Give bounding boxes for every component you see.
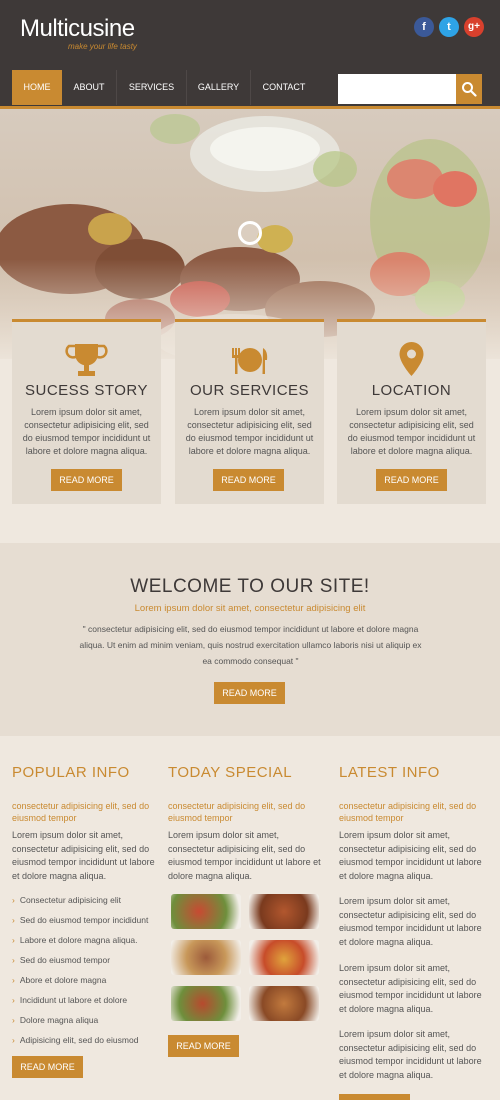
site-header: Multicusine make your life tasty f t g+ [0, 0, 500, 64]
latest-info-paragraph: Lorem ipsum dolor sit amet, consectetur … [339, 963, 482, 1014]
food-thumbnail[interactable] [171, 894, 241, 929]
list-item[interactable]: Dolore magna aliqua [12, 1013, 162, 1033]
search-input[interactable] [338, 74, 456, 104]
twitter-icon[interactable]: t [439, 17, 459, 37]
food-thumbnail[interactable] [171, 986, 241, 1021]
search-icon [462, 82, 477, 97]
read-more-button[interactable]: READ MORE [12, 1056, 83, 1078]
feature-title: LOCATION [371, 382, 452, 399]
nav-home[interactable]: HOME [12, 70, 62, 105]
today-special-title: TODAY SPECIAL [168, 764, 293, 781]
slider-pager-icon[interactable] [238, 221, 262, 245]
list-item[interactable]: Sed do eiusmod tempor [12, 953, 162, 973]
list-item[interactable]: Adipisicing elit, sed do eiusmod [12, 1033, 162, 1053]
food-thumbnail[interactable] [249, 894, 319, 929]
popular-info-title: POPULAR INFO [12, 764, 130, 781]
list-item[interactable]: Consectetur adipisicing elit [12, 893, 162, 913]
feature-success-story: SUCESS STORY Lorem ipsum dolor sit amet,… [12, 319, 161, 504]
food-thumbnail[interactable] [249, 986, 319, 1021]
welcome-subtitle: Lorem ipsum dolor sit amet, consectetur … [134, 603, 366, 614]
latest-info-paragraph: Lorem ipsum dolor sit amet, consectetur … [339, 830, 482, 881]
today-special-subtitle: consectetur adipisicing elit, sed do eiu… [168, 801, 306, 823]
latest-info-paragraph: Lorem ipsum dolor sit amet, consectetur … [339, 1029, 482, 1080]
read-more-button[interactable]: READ MORE [51, 469, 122, 491]
nav-about[interactable]: ABOUT [62, 70, 117, 105]
popular-info-list: Consectetur adipisicing elit Sed do eius… [12, 893, 162, 1053]
main-nav: HOME ABOUT SERVICES GALLERY CONTACT [0, 64, 500, 109]
welcome-title: WELCOME TO OUR SITE! [130, 576, 370, 597]
read-more-button[interactable]: READ MORE [213, 469, 284, 491]
latest-info-title: LATEST INFO [339, 764, 440, 781]
popular-info-subtitle: consectetur adipisicing elit, sed do eiu… [12, 801, 150, 823]
feature-title: SUCESS STORY [25, 382, 148, 399]
today-special-text: Lorem ipsum dolor sit amet, consectetur … [168, 830, 321, 881]
site-logo[interactable]: Multicusine [20, 15, 135, 43]
list-item[interactable]: Incididunt ut labore et dolore [12, 993, 162, 1013]
facebook-icon[interactable]: f [414, 17, 434, 37]
read-more-button[interactable]: READ MORE [214, 682, 285, 704]
feature-text: Lorem ipsum dolor sit amet, consectetur … [185, 407, 314, 456]
site-tagline: make your life tasty [68, 42, 137, 51]
nav-contact[interactable]: CONTACT [251, 70, 317, 105]
search-button[interactable] [456, 74, 482, 104]
list-item[interactable]: Sed do eiusmod tempor incididunt [12, 913, 162, 933]
feature-our-services: OUR SERVICES Lorem ipsum dolor sit amet,… [175, 319, 324, 504]
read-more-button[interactable] [339, 1094, 410, 1100]
popular-info-text: Lorem ipsum dolor sit amet, consectetur … [12, 830, 155, 881]
food-thumbnail[interactable] [171, 940, 241, 975]
feature-text: Lorem ipsum dolor sit amet, consectetur … [347, 407, 476, 456]
food-thumbnail[interactable] [249, 940, 319, 975]
nav-services[interactable]: SERVICES [117, 70, 187, 105]
feature-text: Lorem ipsum dolor sit amet, consectetur … [22, 407, 151, 456]
map-pin-icon [337, 340, 486, 382]
nav-gallery[interactable]: GALLERY [187, 70, 251, 105]
welcome-text: " consectetur adipisicing elit, sed do e… [79, 624, 422, 666]
list-item[interactable]: Abore et dolore magna [12, 973, 162, 993]
plate-cutlery-icon [175, 340, 324, 382]
welcome-section: WELCOME TO OUR SITE! Lorem ipsum dolor s… [0, 543, 500, 736]
feature-location: LOCATION Lorem ipsum dolor sit amet, con… [337, 319, 486, 504]
latest-info-paragraph: Lorem ipsum dolor sit amet, consectetur … [339, 896, 482, 947]
google-plus-icon[interactable]: g+ [464, 17, 484, 37]
latest-info-subtitle: consectetur adipisicing elit, sed do eiu… [339, 801, 477, 823]
read-more-button[interactable]: READ MORE [168, 1035, 239, 1057]
feature-title: OUR SERVICES [189, 382, 310, 399]
read-more-button[interactable]: READ MORE [376, 469, 447, 491]
list-item[interactable]: Labore et dolore magna aliqua. [12, 933, 162, 953]
trophy-icon [12, 340, 161, 382]
